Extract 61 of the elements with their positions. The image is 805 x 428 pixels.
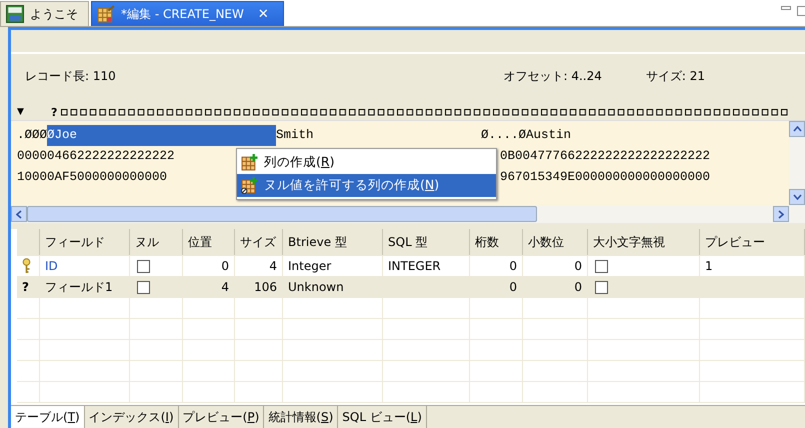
add-column-icon xyxy=(241,154,258,171)
bottom-tab[interactable]: インデックス(I) xyxy=(84,406,179,428)
hex-text: Ø....ØAustin xyxy=(481,127,572,144)
unknown-marker: ? xyxy=(22,280,29,294)
table-cell: 0 xyxy=(574,280,582,294)
add-column-null-icon xyxy=(241,177,258,194)
table-row[interactable]: ? フィールド1 4 106 Unknown 0 0 xyxy=(17,277,805,298)
field-marker: ? xyxy=(51,106,58,118)
hex-text: .ØØØ xyxy=(17,127,48,144)
table-cell: Unknown xyxy=(288,280,344,294)
record-length-label: レコード長: 110 xyxy=(25,68,116,84)
column-header[interactable]: Btrieve 型 xyxy=(283,229,383,255)
column-header[interactable]: 大小文字無視 xyxy=(588,229,700,255)
vertical-scrollbar[interactable] xyxy=(789,121,805,205)
hex-text: 967015349E000000000000000000 xyxy=(500,169,710,186)
bottom-tab[interactable]: プレビュー(P) xyxy=(178,406,264,428)
table-cell: 1 xyxy=(705,259,713,273)
table-cell: 106 xyxy=(254,280,277,294)
column-header[interactable]: プレビュー xyxy=(700,229,805,255)
collapse-toggle[interactable]: ▼ xyxy=(17,107,51,117)
menu-item[interactable]: 列の作成(R) xyxy=(237,151,496,174)
checkbox[interactable] xyxy=(137,260,150,272)
bottom-tab[interactable]: テーブル(T) xyxy=(11,406,85,428)
database-icon xyxy=(6,5,24,23)
column-header[interactable]: 位置 xyxy=(183,229,235,255)
table-cell: INTEGER xyxy=(388,259,441,273)
column-header[interactable]: SQL 型 xyxy=(383,229,470,255)
table-cell: 0 xyxy=(574,259,582,273)
scroll-thumb[interactable] xyxy=(27,206,537,222)
table-icon xyxy=(97,5,115,23)
table-cell: ID xyxy=(45,259,58,273)
checkbox[interactable] xyxy=(595,280,608,294)
maximize-icon[interactable] xyxy=(797,6,805,16)
key-icon xyxy=(22,258,31,274)
selected-text: ØJoe xyxy=(47,125,276,146)
editor-tab[interactable]: *編集 - CREATE_NEW ✕ xyxy=(91,1,284,26)
hex-text: 0B00477766222222222222222222 xyxy=(500,148,710,165)
table-cell: フィールド1 xyxy=(45,278,113,296)
column-header[interactable]: フィールド xyxy=(40,229,130,255)
hex-text: Smith xyxy=(276,127,315,144)
table-cell: 0 xyxy=(509,280,517,294)
table-cell: 4 xyxy=(221,280,229,294)
column-header[interactable]: 桁数 xyxy=(470,229,523,255)
table-cell: 0 xyxy=(509,259,517,273)
table-cell: 4 xyxy=(269,259,277,273)
hex-text: 10000AF5000000000000 xyxy=(17,170,168,184)
menu-item[interactable]: ヌル値を許可する列の作成(N) xyxy=(237,174,496,197)
checkbox[interactable] xyxy=(137,280,150,294)
hex-text: 000004662222222222222 xyxy=(17,149,175,163)
size-label: サイズ: 21 xyxy=(646,68,705,84)
column-header[interactable]: ヌル xyxy=(130,229,183,255)
close-icon[interactable]: ✕ xyxy=(258,6,269,22)
offset-label: オフセット: 4..24 xyxy=(503,68,602,84)
horizontal-scrollbar[interactable] xyxy=(11,205,805,223)
column-header[interactable]: サイズ xyxy=(235,229,283,255)
column-header[interactable]: 小数位 xyxy=(523,229,588,255)
checkbox[interactable] xyxy=(595,260,608,272)
table-cell: Integer xyxy=(288,259,332,273)
minimize-icon[interactable] xyxy=(781,6,791,11)
editor-tab[interactable]: ようこそ xyxy=(0,1,89,26)
table-cell: 0 xyxy=(221,259,229,273)
